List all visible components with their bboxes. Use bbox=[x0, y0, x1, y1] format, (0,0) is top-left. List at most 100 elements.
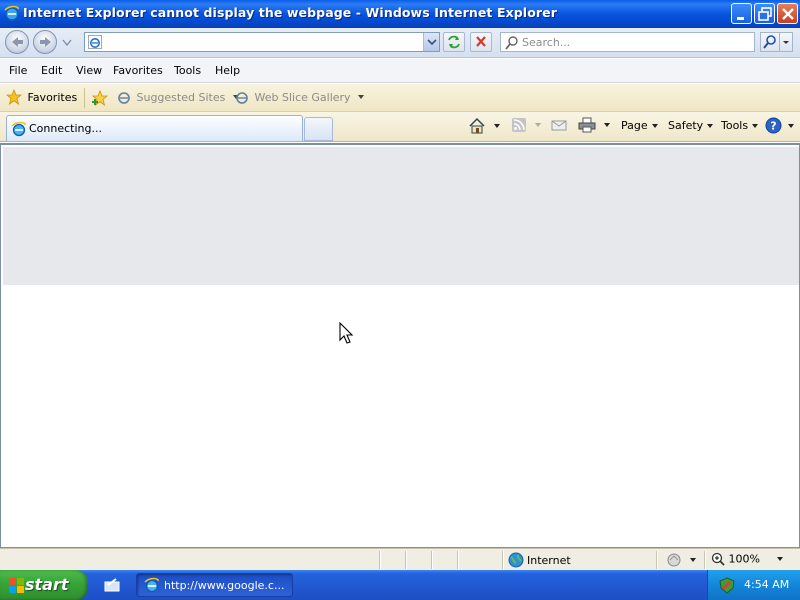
suggested-sites-link[interactable]: Suggested Sites bbox=[116, 89, 239, 105]
stop-icon bbox=[476, 36, 486, 47]
read-mail-button[interactable] bbox=[551, 117, 567, 133]
forward-button[interactable] bbox=[33, 30, 57, 54]
status-divider bbox=[704, 551, 705, 569]
zoom-button[interactable]: 100% bbox=[711, 552, 784, 566]
security-zone-label: Internet bbox=[527, 554, 571, 567]
internet-explorer-icon bbox=[4, 5, 19, 21]
search-options-button[interactable] bbox=[780, 32, 793, 52]
page-menu-button[interactable]: Page bbox=[621, 119, 658, 132]
search-field[interactable]: Search... bbox=[500, 32, 755, 52]
title-bar[interactable]: Internet Explorer cannot display the web… bbox=[0, 0, 800, 28]
chevron-down-icon bbox=[493, 124, 500, 128]
close-button[interactable] bbox=[777, 3, 798, 24]
start-label: start bbox=[25, 575, 69, 594]
rss-feed-icon bbox=[512, 118, 526, 132]
feeds-button[interactable] bbox=[511, 117, 541, 133]
status-divider bbox=[379, 551, 380, 569]
chevron-down-icon bbox=[534, 123, 541, 127]
menu-edit[interactable]: Edit bbox=[41, 64, 62, 77]
recent-pages-dropdown-icon[interactable] bbox=[62, 39, 72, 47]
address-dropdown-button[interactable] bbox=[423, 33, 439, 51]
security-alert-icon[interactable] bbox=[718, 577, 736, 594]
chevron-down-icon bbox=[777, 557, 784, 561]
internet-explorer-icon bbox=[11, 121, 26, 137]
suggested-sites-label: Suggested Sites bbox=[136, 90, 226, 104]
status-divider bbox=[405, 551, 406, 569]
status-divider bbox=[457, 551, 458, 569]
forward-arrow-icon bbox=[40, 37, 51, 47]
zoom-icon bbox=[711, 552, 725, 566]
minimize-button[interactable] bbox=[731, 3, 752, 24]
menu-tools[interactable]: Tools bbox=[174, 64, 201, 77]
close-icon bbox=[782, 8, 794, 20]
address-field[interactable] bbox=[84, 32, 440, 52]
print-button[interactable] bbox=[578, 117, 610, 133]
search-button[interactable] bbox=[760, 32, 780, 52]
show-desktop-icon[interactable] bbox=[103, 576, 121, 594]
taskbar: start http://www.google.c... 4:54 AM bbox=[0, 570, 800, 600]
menu-file[interactable]: File bbox=[9, 64, 27, 77]
web-slice-gallery-link[interactable]: Web Slice Gallery bbox=[234, 89, 365, 105]
tools-menu-label: Tools bbox=[721, 119, 749, 132]
internet-explorer-icon bbox=[118, 92, 130, 104]
windows-logo-icon bbox=[9, 578, 24, 593]
chevron-down-icon bbox=[427, 39, 437, 46]
favorites-label: Favorites bbox=[27, 90, 78, 104]
tab-connecting[interactable]: Connecting... bbox=[6, 115, 303, 141]
page-menu-label: Page bbox=[621, 119, 648, 132]
chevron-down-icon bbox=[787, 123, 794, 128]
refresh-icon bbox=[448, 35, 460, 49]
taskbar-item-label: http://www.google.c... bbox=[164, 579, 285, 592]
tools-menu-button[interactable]: Tools bbox=[721, 119, 759, 132]
menu-favorites[interactable]: Favorites bbox=[113, 64, 163, 77]
search-placeholder: Search... bbox=[522, 36, 571, 49]
zoom-level: 100% bbox=[728, 552, 760, 566]
restore-button[interactable] bbox=[754, 3, 775, 24]
mail-icon bbox=[551, 120, 567, 131]
page-icon bbox=[88, 35, 102, 49]
start-button[interactable]: start bbox=[0, 570, 88, 600]
menu-help[interactable]: Help bbox=[215, 64, 240, 77]
favorites-button[interactable]: Favorites bbox=[5, 88, 78, 105]
new-tab-button[interactable] bbox=[304, 117, 333, 141]
chevron-down-icon bbox=[689, 558, 696, 562]
clock: 4:54 AM bbox=[744, 578, 790, 591]
chevron-down-icon bbox=[783, 41, 789, 44]
internet-explorer-icon bbox=[236, 92, 248, 104]
status-divider bbox=[431, 551, 432, 569]
svg-text:?: ? bbox=[770, 120, 776, 133]
menu-view[interactable]: View bbox=[76, 64, 102, 77]
status-divider bbox=[502, 551, 503, 569]
chevron-down-icon bbox=[707, 124, 714, 128]
page-content[interactable] bbox=[0, 143, 800, 548]
system-tray: 4:54 AM bbox=[707, 570, 800, 600]
taskbar-item-internet-explorer[interactable]: http://www.google.c... bbox=[136, 573, 293, 597]
status-bar: Internet 100% bbox=[0, 548, 800, 570]
add-to-favorites-bar-icon[interactable] bbox=[91, 90, 109, 106]
minimize-icon bbox=[737, 17, 744, 20]
refresh-button[interactable] bbox=[443, 32, 465, 52]
status-divider bbox=[656, 551, 657, 569]
back-button[interactable] bbox=[5, 30, 29, 54]
internet-explorer-icon bbox=[144, 577, 159, 593]
home-icon bbox=[469, 117, 485, 134]
back-arrow-icon bbox=[12, 37, 23, 47]
home-button[interactable] bbox=[468, 117, 500, 135]
protected-mode-button[interactable] bbox=[666, 552, 696, 568]
search-icon bbox=[505, 36, 518, 50]
search-icon bbox=[763, 35, 776, 49]
chevron-down-icon bbox=[603, 123, 610, 127]
help-button[interactable]: ? bbox=[765, 117, 794, 134]
tab-label: Connecting... bbox=[29, 122, 102, 135]
safety-menu-button[interactable]: Safety bbox=[668, 119, 714, 132]
restore-icon bbox=[758, 7, 772, 21]
favorites-star-icon bbox=[5, 88, 23, 105]
web-slice-gallery-label: Web Slice Gallery bbox=[254, 90, 351, 104]
tab-row: Connecting... Page Safety Tools ? bbox=[0, 112, 800, 142]
stop-button[interactable] bbox=[470, 32, 492, 52]
address-toolbar: Search... bbox=[0, 28, 800, 58]
globe-icon bbox=[508, 552, 524, 568]
favorites-bar: Favorites Suggested Sites Web Slice Gall… bbox=[0, 84, 800, 112]
loading-band bbox=[3, 147, 799, 285]
printer-icon bbox=[578, 117, 596, 133]
